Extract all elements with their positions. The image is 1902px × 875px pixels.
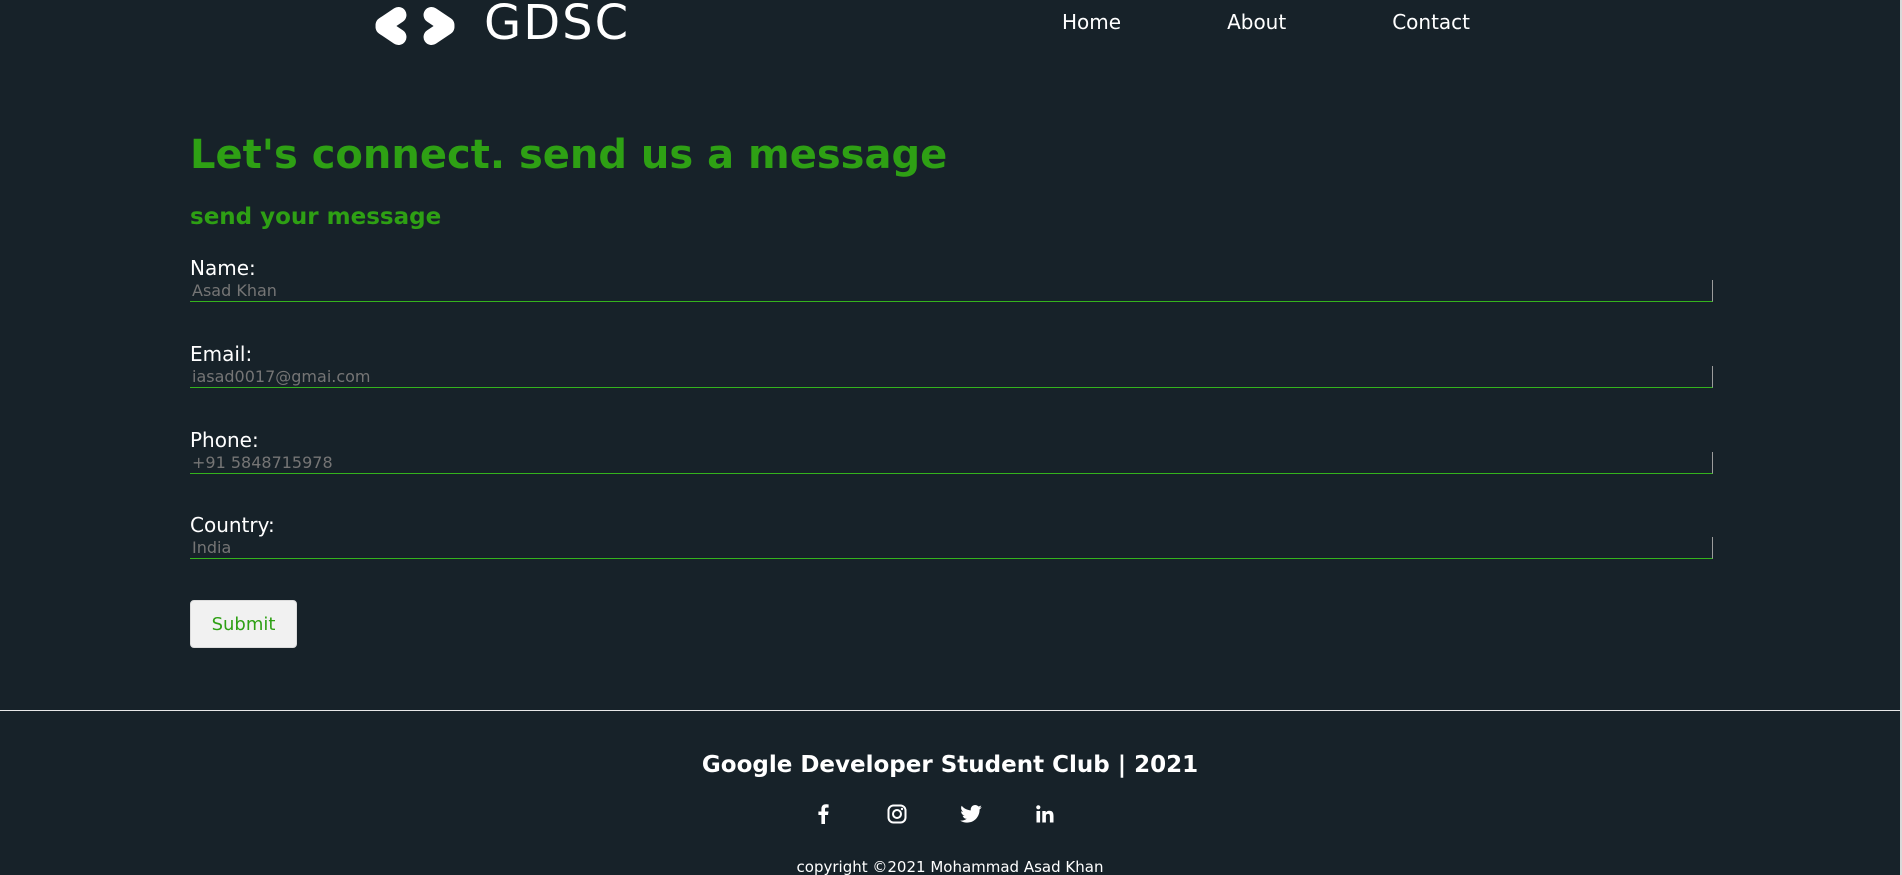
page: GDSC Home About Contact Let's connect. s…	[0, 0, 1902, 875]
linkedin-icon[interactable]	[1034, 803, 1056, 825]
gdsc-brackets-icon	[375, 6, 455, 46]
footer-title: Google Developer Student Club | 2021	[701, 752, 1199, 778]
facebook-icon[interactable]	[812, 803, 834, 825]
copyright-text: copyright ©2021 Mohammad Asad Khan	[796, 858, 1104, 875]
submit-button[interactable]: Submit	[190, 600, 297, 648]
nav-home-link[interactable]: Home	[1062, 10, 1121, 34]
social-links	[812, 803, 1056, 825]
phone-field-group: Phone:	[190, 428, 1713, 474]
twitter-icon[interactable]	[960, 803, 982, 825]
country-label: Country:	[190, 513, 275, 537]
form-subtitle: send your message	[190, 204, 442, 230]
main-nav: Home About Contact	[1062, 10, 1470, 34]
instagram-icon[interactable]	[886, 803, 908, 825]
name-input[interactable]	[190, 280, 1713, 302]
phone-label: Phone:	[190, 428, 259, 452]
name-label: Name:	[190, 256, 256, 280]
country-input[interactable]	[190, 537, 1713, 559]
footer-divider	[0, 710, 1900, 711]
country-field-group: Country:	[190, 513, 1713, 559]
nav-about-link[interactable]: About	[1227, 10, 1286, 34]
email-label: Email:	[190, 342, 253, 366]
nav-contact-link[interactable]: Contact	[1392, 10, 1470, 34]
gdsc-logo[interactable]: GDSC	[372, 0, 631, 51]
name-field-group: Name:	[190, 256, 1713, 302]
page-title: Let's connect. send us a message	[190, 132, 948, 178]
email-input[interactable]	[190, 366, 1713, 388]
email-field-group: Email:	[190, 342, 1713, 388]
logo-text: GDSC	[484, 0, 631, 51]
phone-input[interactable]	[190, 452, 1713, 474]
